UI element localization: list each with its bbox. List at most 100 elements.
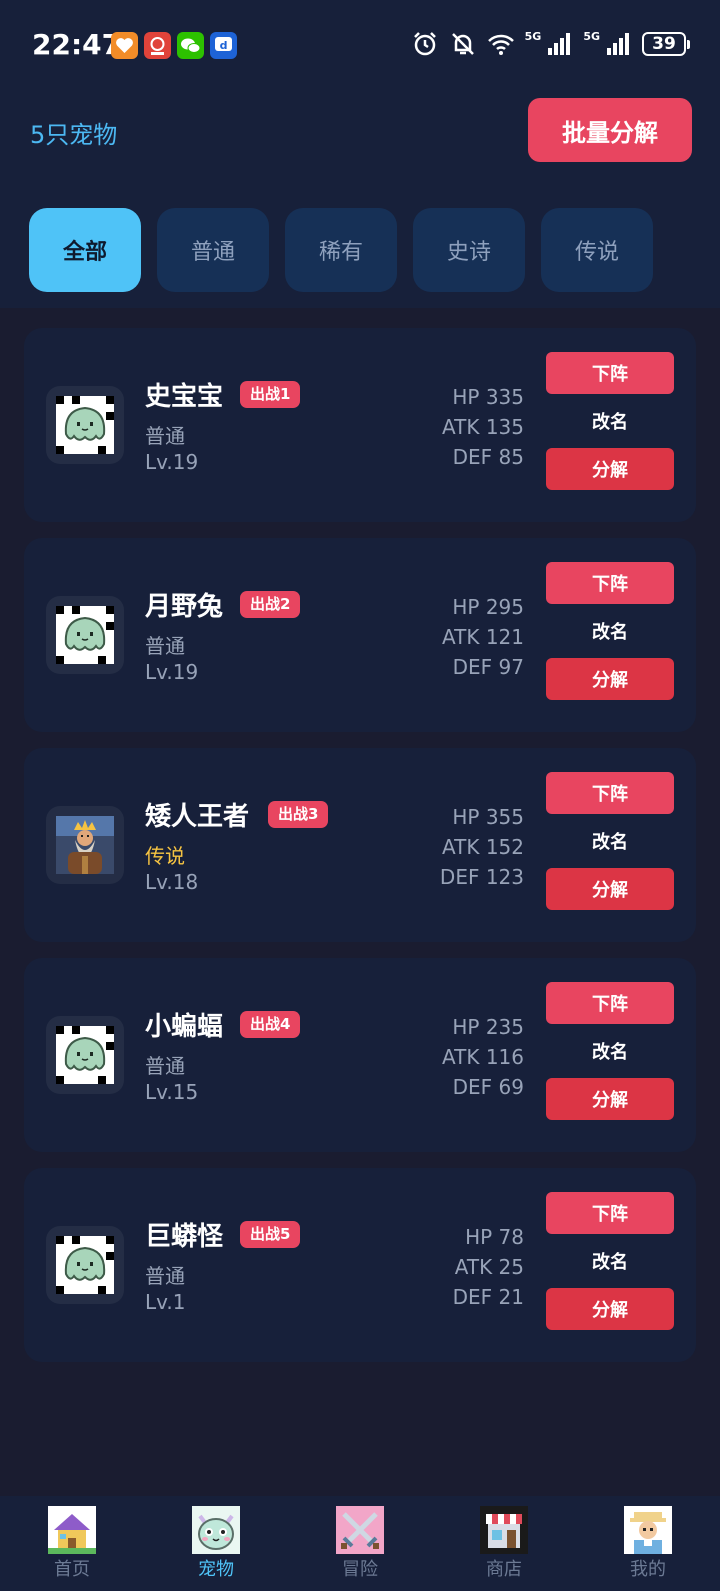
unequip-button[interactable]: 下阵 [546, 982, 674, 1024]
bell-muted-icon [451, 33, 474, 55]
battle-slot-badge: 出战2 [240, 591, 301, 618]
pet-monster-icon [192, 1506, 240, 1554]
stat-def: DEF 85 [452, 445, 524, 469]
decompose-button[interactable]: 分解 [546, 448, 674, 490]
pet-name: 史宝宝 [145, 382, 224, 412]
nav-label: 首页 [54, 1559, 90, 1580]
nav-item-profile[interactable]: 我的 [576, 1496, 720, 1591]
profile-avatar-icon [624, 1506, 672, 1554]
pet-avatar[interactable] [46, 596, 124, 674]
decompose-button[interactable]: 分解 [546, 868, 674, 910]
pet-card: 巨蟒怪 出战5 普通 Lv.1 HP 78 ATK 25 DEF 21 下阵 改… [24, 1168, 696, 1362]
pet-rarity: 传说 [145, 844, 185, 868]
system-status-icons: 5G 5G 39 [411, 30, 690, 58]
ghost-slime-icon [56, 606, 114, 664]
pet-rarity: 普通 [145, 634, 185, 658]
unequip-button[interactable]: 下阵 [546, 352, 674, 394]
nav-label: 冒险 [342, 1559, 378, 1580]
pet-card: 史宝宝 出战1 普通 Lv.19 HP 335 ATK 135 DEF 85 下… [24, 328, 696, 522]
status-time: 22:47 [32, 28, 122, 61]
battle-slot-badge: 出战5 [240, 1221, 301, 1248]
svg-text:d: d [220, 39, 228, 52]
pet-card: 小蝙蝠 出战4 普通 Lv.15 HP 235 ATK 116 DEF 69 下… [24, 958, 696, 1152]
rename-button[interactable]: 改名 [546, 400, 674, 442]
decompose-button[interactable]: 分解 [546, 1078, 674, 1120]
pet-name: 月野兔 [145, 592, 224, 622]
signal-icon [548, 33, 571, 55]
status-bar: 22:47 d 5G 5G 39 [0, 0, 720, 88]
stat-def: DEF 123 [439, 865, 524, 889]
rename-button[interactable]: 改名 [546, 1240, 674, 1282]
pet-avatar[interactable] [46, 806, 124, 884]
stat-def: DEF 21 [452, 1285, 524, 1309]
nav-item-adventure[interactable]: 冒险 [288, 1496, 432, 1591]
blue-d-app-icon: d [210, 32, 237, 59]
tab-all[interactable]: 全部 [29, 208, 141, 292]
shop-icon [480, 1506, 528, 1554]
pet-count: 5只宠物 [30, 121, 118, 149]
battery-icon: 39 [642, 32, 690, 56]
decompose-button[interactable]: 分解 [546, 1288, 674, 1330]
stat-hp: HP 355 [452, 805, 524, 829]
battle-slot-badge: 出战1 [240, 381, 301, 408]
house-icon [48, 1506, 96, 1554]
pet-level: Lv.19 [145, 450, 199, 474]
pet-avatar[interactable] [46, 1016, 124, 1094]
stat-atk: ATK 152 [442, 835, 524, 859]
stat-hp: HP 78 [465, 1225, 524, 1249]
tab-epic[interactable]: 史诗 [413, 208, 525, 292]
decompose-button[interactable]: 分解 [546, 658, 674, 700]
stat-hp: HP 295 [452, 595, 524, 619]
pet-card: 月野兔 出战2 普通 Lv.19 HP 295 ATK 121 DEF 97 下… [24, 538, 696, 732]
pet-name: 小蝙蝠 [145, 1012, 224, 1042]
pet-rarity: 普通 [145, 1264, 185, 1288]
wifi-icon [487, 34, 514, 55]
nav-label: 商店 [486, 1559, 522, 1580]
pet-stats: HP 78 ATK 25 DEF 21 [453, 1222, 524, 1312]
pet-rarity: 普通 [145, 1054, 185, 1078]
nav-item-shop[interactable]: 商店 [432, 1496, 576, 1591]
stat-hp: HP 335 [452, 385, 524, 409]
pet-stats: HP 355 ATK 152 DEF 123 [440, 802, 524, 892]
unequip-button[interactable]: 下阵 [546, 772, 674, 814]
pet-avatar[interactable] [46, 386, 124, 464]
tab-legendary[interactable]: 传说 [541, 208, 653, 292]
rarity-tabs: 全部 普通 稀有 史诗 传说 [29, 208, 653, 292]
pet-card: 矮人王者 出战3 传说 Lv.18 HP 355 ATK 152 DEF 123… [24, 748, 696, 942]
pet-avatar[interactable] [46, 1226, 124, 1304]
stat-atk: ATK 116 [442, 1045, 524, 1069]
rename-button[interactable]: 改名 [546, 820, 674, 862]
unequip-button[interactable]: 下阵 [546, 562, 674, 604]
pet-level: Lv.15 [145, 1080, 199, 1104]
pet-stats: HP 235 ATK 116 DEF 69 [442, 1012, 524, 1102]
signal-icon [607, 33, 629, 55]
network-5g-label: 5G [524, 30, 542, 43]
orange-heart-app-icon [111, 32, 138, 59]
alarm-icon [413, 32, 436, 56]
battle-slot-badge: 出战4 [240, 1011, 301, 1038]
tab-rare[interactable]: 稀有 [285, 208, 397, 292]
nav-label: 宠物 [198, 1559, 234, 1580]
crossed-swords-icon [336, 1506, 384, 1554]
pet-stats: HP 295 ATK 121 DEF 97 [442, 592, 524, 682]
stat-atk: ATK 121 [442, 625, 524, 649]
rename-button[interactable]: 改名 [546, 1030, 674, 1072]
unequip-button[interactable]: 下阵 [546, 1192, 674, 1234]
pet-level: Lv.18 [145, 870, 199, 894]
bottom-nav: 首页 宠物 冒险 商店 我的 [0, 1496, 720, 1591]
pet-stats: HP 335 ATK 135 DEF 85 [442, 382, 524, 472]
pet-page: 22:47 d 5G 5G 39 5只宠物 批量分解 全部 普通 稀有 史诗 传… [0, 0, 720, 1591]
pet-list: 史宝宝 出战1 普通 Lv.19 HP 335 ATK 135 DEF 85 下… [24, 328, 696, 1378]
ghost-slime-icon [56, 1236, 114, 1294]
tab-normal[interactable]: 普通 [157, 208, 269, 292]
pet-rarity: 普通 [145, 424, 185, 448]
pet-level: Lv.1 [145, 1290, 186, 1314]
red-app-icon [144, 32, 171, 59]
rename-button[interactable]: 改名 [546, 610, 674, 652]
nav-label: 我的 [630, 1559, 666, 1580]
ghost-slime-icon [56, 1026, 114, 1084]
nav-item-pets[interactable]: 宠物 [144, 1496, 288, 1591]
batch-decompose-button[interactable]: 批量分解 [528, 98, 692, 162]
stat-atk: ATK 135 [442, 415, 524, 439]
nav-item-home[interactable]: 首页 [0, 1496, 144, 1591]
